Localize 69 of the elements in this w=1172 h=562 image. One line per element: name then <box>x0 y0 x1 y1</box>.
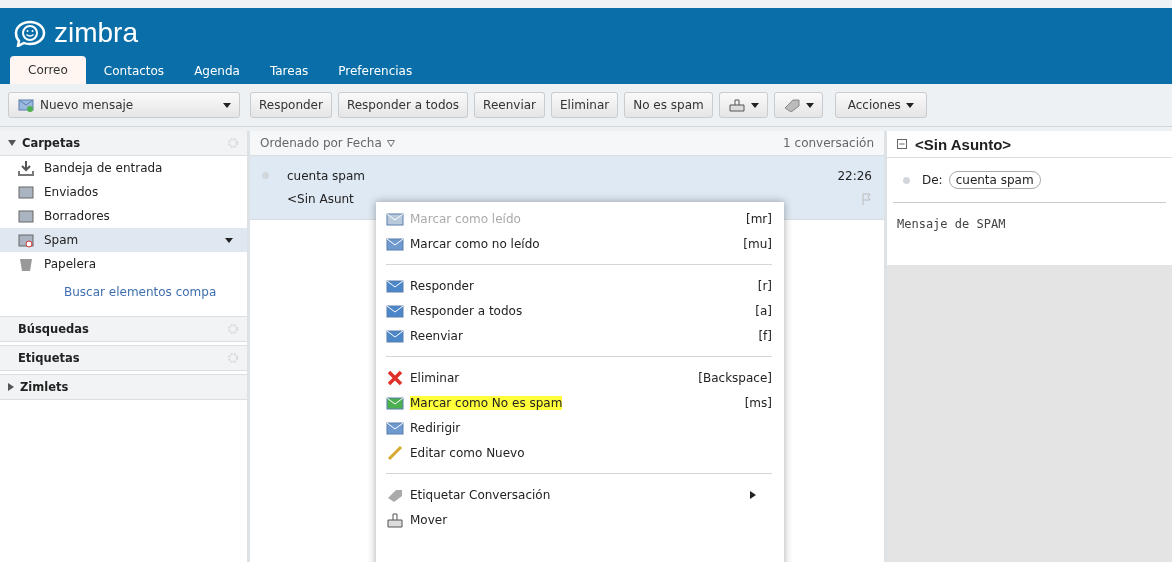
sort-icon[interactable] <box>386 139 395 147</box>
folder-icon <box>18 208 34 224</box>
toolbar-button[interactable]: Eliminar <box>551 92 619 118</box>
toolbar-button[interactable]: Responder <box>250 92 332 118</box>
section-header[interactable]: Búsquedas <box>18 322 89 336</box>
envelope-icon <box>386 235 404 252</box>
expanded-icon[interactable] <box>8 140 16 146</box>
toolbar-button[interactable]: Reenviar <box>474 92 545 118</box>
collapse-icon[interactable] <box>897 139 907 149</box>
conversation-count: 1 conversación <box>783 136 874 150</box>
folder-icon <box>18 232 34 248</box>
folder-item[interactable]: Papelera <box>0 252 247 276</box>
menu-item[interactable]: Etiquetar Conversación <box>386 482 772 507</box>
envelope-icon <box>386 419 404 436</box>
move-button[interactable] <box>718 92 768 118</box>
tag-button[interactable] <box>773 92 823 118</box>
tag-icon <box>782 98 801 112</box>
search-shared-link[interactable]: Buscar elementos compa <box>64 285 217 299</box>
caret-icon <box>223 102 231 108</box>
app-tab[interactable]: Agenda <box>182 58 252 84</box>
folder-icon <box>18 184 34 200</box>
menu-item[interactable]: Marcar como No es spam [ms] <box>386 390 772 415</box>
menu-item[interactable]: Mover <box>386 507 772 532</box>
toolbar-button[interactable]: No es spam <box>624 92 713 118</box>
sort-label[interactable]: Ordenado por Fecha <box>260 136 382 150</box>
status-dot <box>903 176 910 184</box>
envelope-icon <box>386 302 404 319</box>
envelope-icon <box>17 98 35 112</box>
pencil-icon <box>386 444 404 461</box>
envelope-icon <box>386 327 404 344</box>
menu-item[interactable]: Reenviar [f] <box>386 323 772 348</box>
menu-item[interactable]: Redirigir <box>386 415 772 440</box>
menu-item[interactable]: Marcar como no leído [mu] <box>386 231 772 256</box>
section-header[interactable]: Zimlets <box>20 380 69 394</box>
envelope-icon <box>386 210 404 227</box>
trash-icon <box>18 256 34 272</box>
app-tab[interactable]: Correo <box>10 56 86 84</box>
envelope-icon <box>386 277 404 294</box>
menu-item[interactable]: Responder a todos [a] <box>386 298 772 323</box>
section-header[interactable]: Carpetas <box>22 136 80 150</box>
folder-item[interactable]: Spam <box>0 228 247 252</box>
caret-icon <box>750 102 759 108</box>
collapsed-icon[interactable] <box>8 383 14 391</box>
message-title: <Sin Asunto> <box>915 135 1012 153</box>
folder-item[interactable]: Borradores <box>0 204 247 228</box>
logo-text: zimbra <box>54 18 138 47</box>
app-tab[interactable]: Tareas <box>257 58 321 84</box>
download-icon <box>18 160 34 176</box>
folder-item[interactable]: Bandeja de entrada <box>0 156 247 180</box>
section-header[interactable]: Etiquetas <box>18 351 80 365</box>
basket-icon <box>727 98 746 112</box>
envelope-icon <box>386 394 404 411</box>
caret-icon <box>905 102 914 108</box>
caret-icon <box>805 102 814 108</box>
toolbar-button[interactable]: Responder a todos <box>337 92 469 118</box>
app-tab[interactable]: Preferencias <box>326 58 425 84</box>
message-body: Mensaje de SPAM <box>897 217 1006 231</box>
from-label: De: <box>922 173 943 187</box>
menu-item[interactable]: Responder [r] <box>386 273 772 298</box>
actions-button[interactable]: Acciones <box>834 92 927 118</box>
caret-icon <box>225 237 233 243</box>
basket-icon <box>386 511 404 528</box>
menu-item[interactable]: Editar como Nuevo <box>386 440 772 465</box>
submenu-arrow-icon <box>750 490 756 499</box>
menu-item[interactable]: Eliminar [Backspace] <box>386 365 772 390</box>
new-message-button[interactable]: Nuevo mensaje <box>8 92 240 118</box>
app-tab[interactable]: Contactos <box>91 58 177 84</box>
folder-item[interactable]: Enviados <box>0 180 247 204</box>
x-icon <box>386 369 404 386</box>
